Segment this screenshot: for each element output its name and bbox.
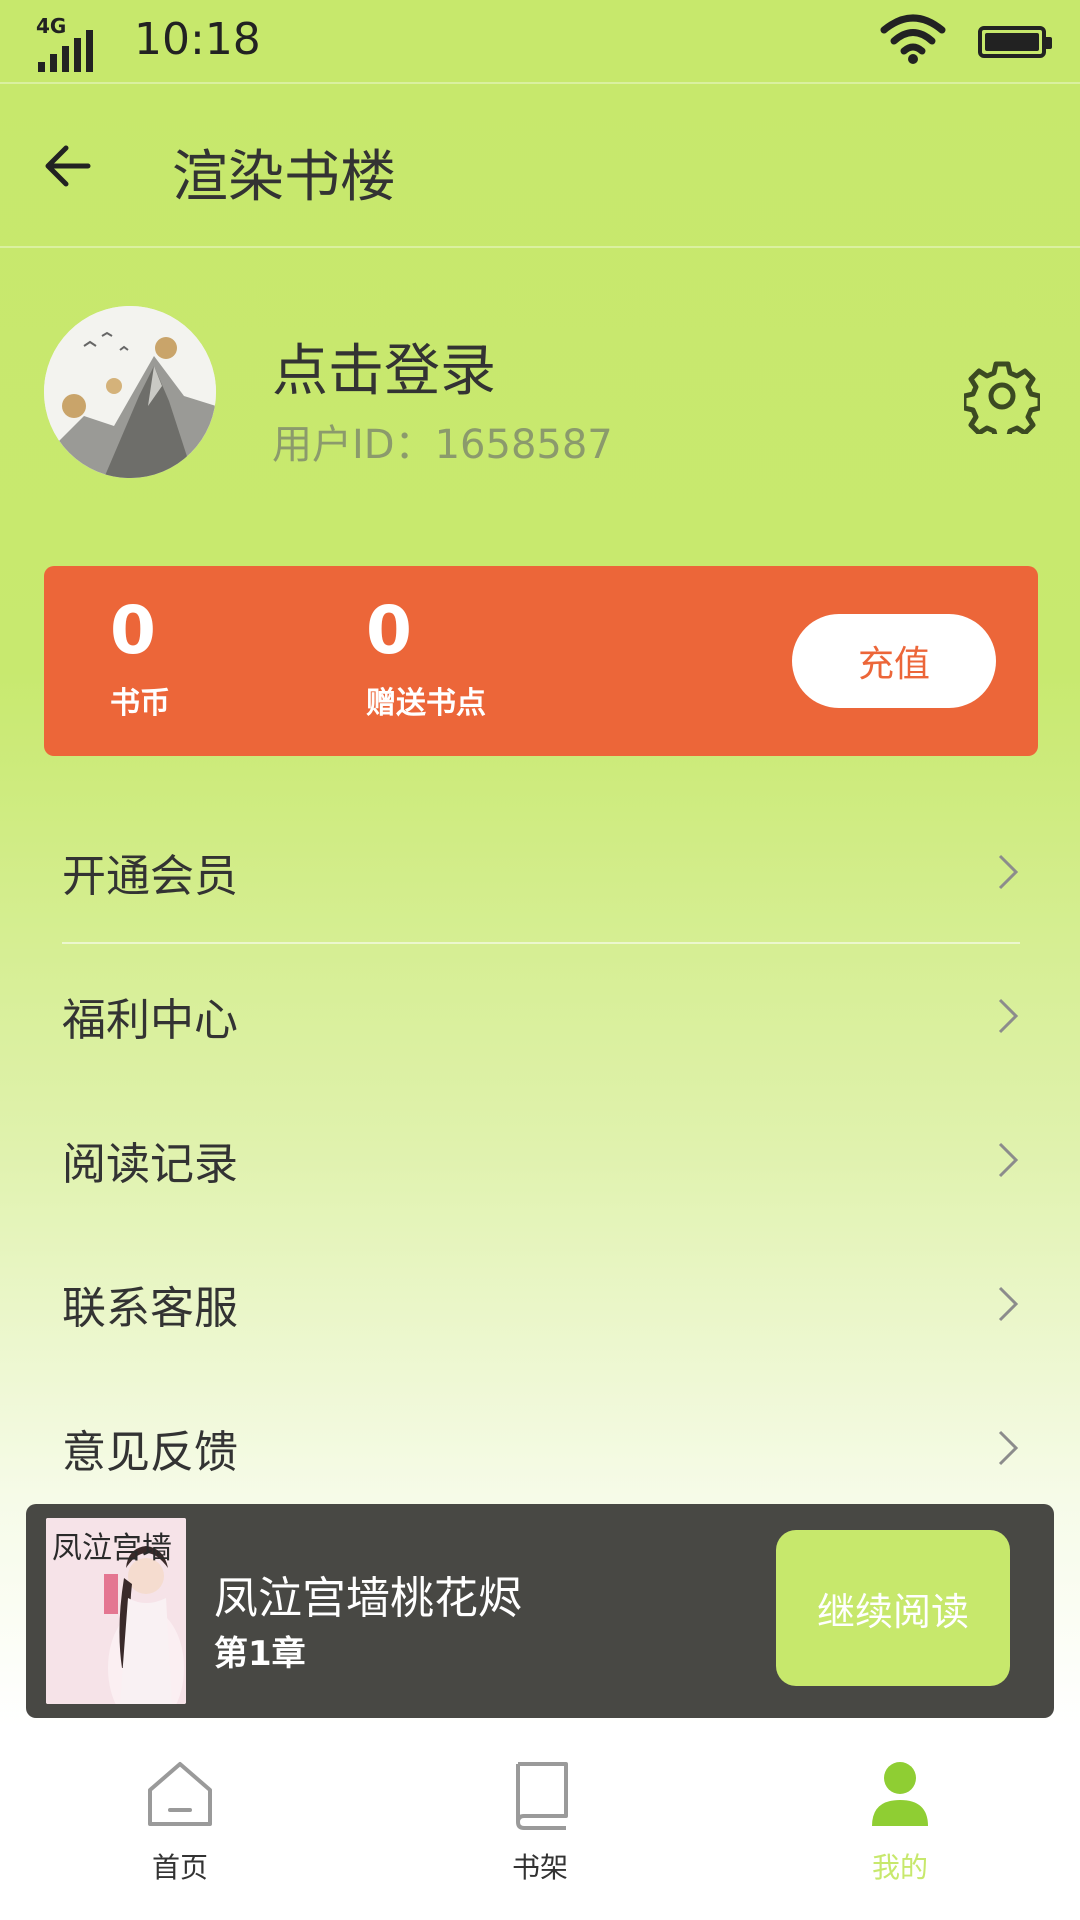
- book-chapter: 第1章: [214, 1634, 306, 1674]
- menu-item-label: 联系客服: [62, 1283, 238, 1334]
- menu-item-label: 阅读记录: [62, 1139, 238, 1190]
- page-title: 渲染书楼: [172, 145, 396, 210]
- profile-icon: [872, 1762, 928, 1826]
- nav-label: 书架: [511, 1851, 568, 1884]
- status-bar: 4G 10:18: [0, 0, 1080, 82]
- chevron-right-icon: [998, 1142, 1019, 1178]
- book-cover[interactable]: 凤泣宫墙: [46, 1518, 186, 1704]
- menu-item-membership[interactable]: 开通会员: [62, 800, 1020, 944]
- chevron-right-icon: [998, 1430, 1019, 1466]
- network-type: 4G: [36, 14, 67, 38]
- status-divider: [0, 82, 1080, 84]
- nav-item-home[interactable]: 首页: [80, 1758, 280, 1908]
- menu-item-feedback[interactable]: 意见反馈: [62, 1376, 1020, 1520]
- user-id: 用户ID：1658587: [272, 422, 613, 468]
- avatar[interactable]: [44, 306, 216, 478]
- book-coins-value: 0: [110, 592, 156, 669]
- status-time: 10:18: [134, 14, 261, 65]
- bookshelf-icon: [516, 1762, 568, 1830]
- settings-gear-icon[interactable]: [964, 358, 1040, 434]
- header-divider: [0, 246, 1080, 248]
- nav-label: 首页: [151, 1851, 208, 1884]
- book-title: 凤泣宫墙桃花烬: [214, 1573, 522, 1624]
- bonus-points-value: 0: [366, 592, 412, 669]
- menu-item-welfare-center[interactable]: 福利中心: [62, 944, 1020, 1088]
- menu-item-reading-history[interactable]: 阅读记录: [62, 1088, 1020, 1232]
- nav-item-profile[interactable]: 我的: [800, 1758, 1000, 1908]
- bonus-points-stat: 0 赠送书点: [366, 596, 486, 722]
- nav-item-bookshelf[interactable]: 书架: [440, 1758, 640, 1908]
- continue-reading-bar[interactable]: 凤泣宫墙 凤泣宫墙桃花烬 第1章 继续阅读: [26, 1504, 1054, 1718]
- chevron-right-icon: [998, 1286, 1019, 1322]
- chevron-right-icon: [998, 998, 1019, 1034]
- menu-item-label: 意见反馈: [62, 1427, 238, 1478]
- menu-item-label: 开通会员: [62, 851, 238, 902]
- book-coins-label: 书币: [110, 686, 170, 721]
- signal-icon: 4G: [36, 14, 96, 72]
- book-coins-stat: 0 书币: [110, 596, 170, 722]
- balance-card: 0 书币 0 赠送书点 充值: [44, 566, 1038, 756]
- bottom-nav: 首页 书架 我的: [0, 1728, 1080, 1920]
- nav-label: 我的: [871, 1851, 928, 1884]
- menu-item-customer-service[interactable]: 联系客服: [62, 1232, 1020, 1376]
- book-cover-image: 凤泣宫墙: [46, 1518, 186, 1704]
- avatar-image: [44, 306, 216, 478]
- home-icon: [148, 1762, 212, 1826]
- wifi-icon: [880, 14, 946, 64]
- recharge-button[interactable]: 充值: [792, 614, 996, 708]
- continue-reading-button[interactable]: 继续阅读: [776, 1530, 1010, 1686]
- back-button[interactable]: [40, 138, 96, 194]
- battery-icon: [978, 26, 1052, 58]
- bonus-points-label: 赠送书点: [366, 686, 486, 721]
- chevron-right-icon: [998, 854, 1019, 890]
- menu-item-label: 福利中心: [62, 995, 238, 1046]
- login-label[interactable]: 点击登录: [272, 326, 496, 407]
- cover-title-glyph-1: 凤泣宫墙: [52, 1531, 172, 1566]
